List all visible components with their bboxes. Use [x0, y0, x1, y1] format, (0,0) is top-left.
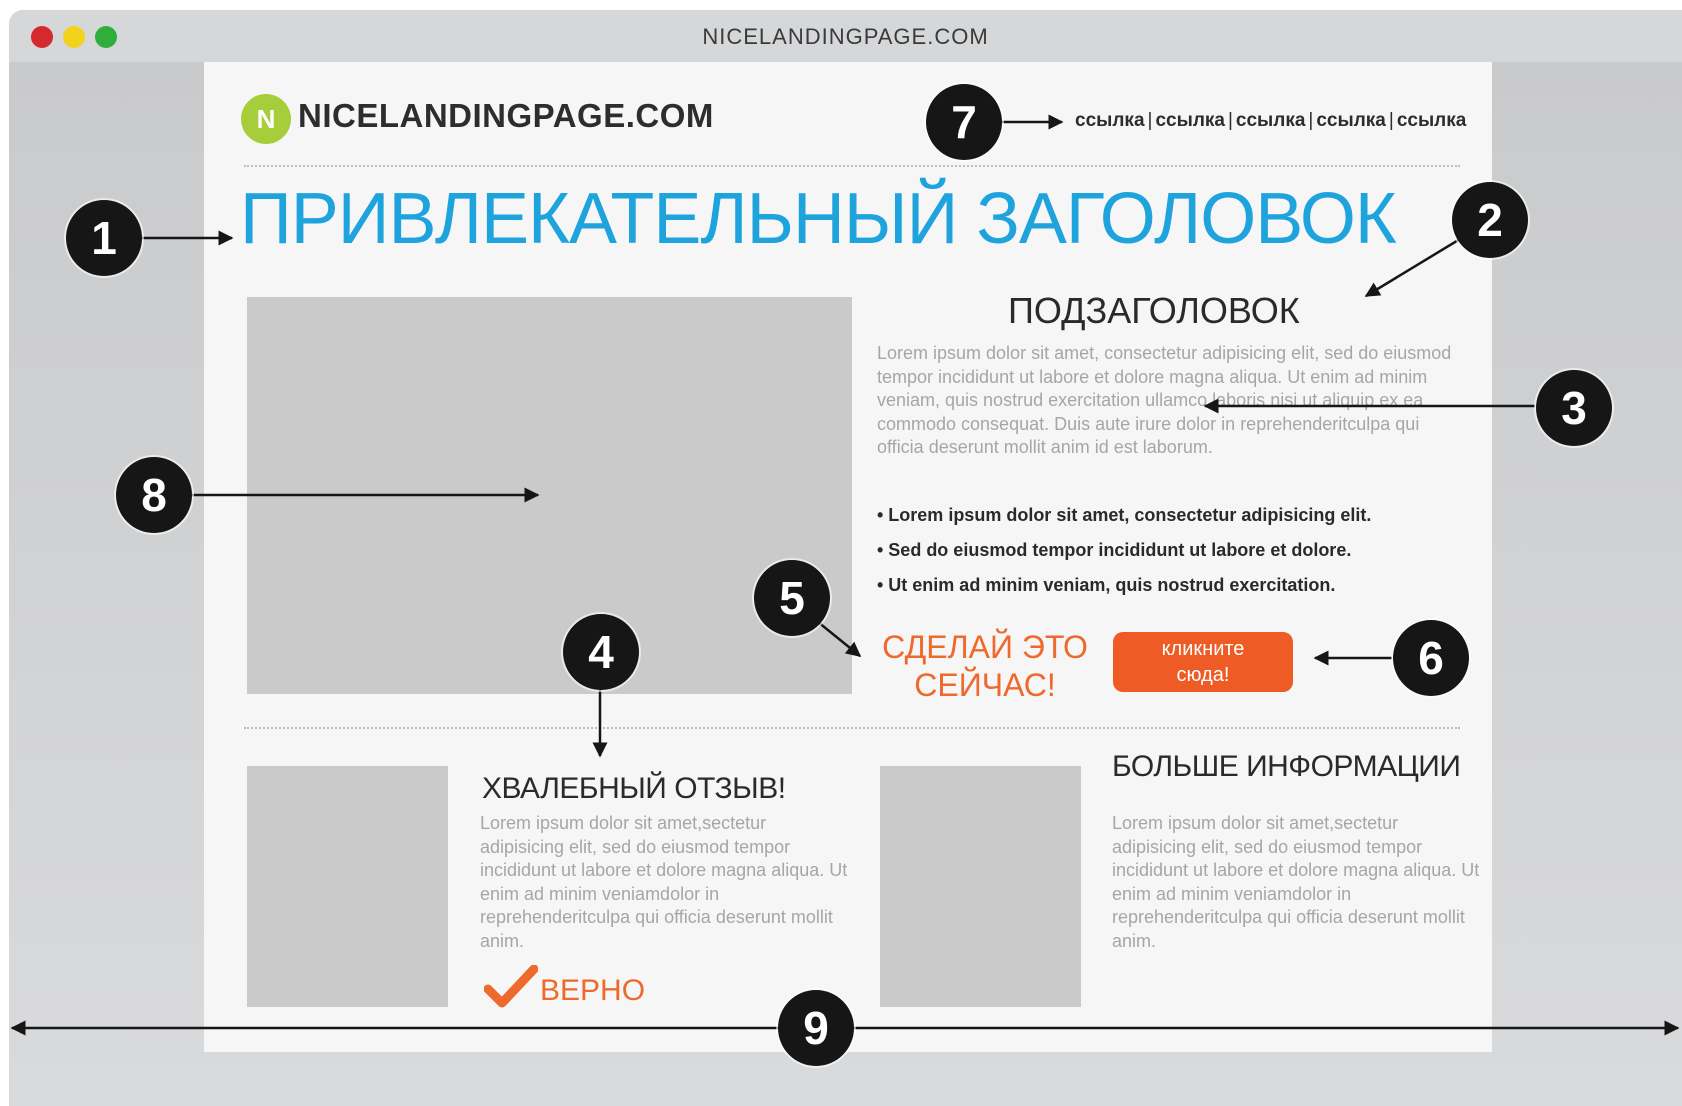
marker-8: 8	[116, 457, 192, 533]
marker-5: 5	[754, 560, 830, 636]
benefit-item: • Sed do eiusmod tempor incididunt ut la…	[877, 540, 1352, 560]
marker-2: 2	[1452, 182, 1528, 258]
nav-separator: |	[1388, 110, 1394, 131]
testimonial-verdict: ВЕРНО	[540, 974, 646, 1007]
hero-image-placeholder	[247, 297, 852, 694]
title-bar: NICELANDINGPAGE.COM	[9, 10, 1682, 62]
nav-separator: |	[1308, 110, 1314, 131]
window-title: NICELANDINGPAGE.COM	[702, 24, 989, 49]
nav-link-3[interactable]: ссылка	[1236, 110, 1306, 131]
nav-link-2[interactable]: ссылка	[1155, 110, 1225, 131]
hero-body-text: Lorem ipsum dolor sit amet, consectetur …	[877, 343, 1452, 457]
call-to-action-text: СДЕЛАЙ ЭТО СЕЙЧАС!	[870, 628, 1100, 704]
marker-1: 1	[66, 200, 142, 276]
marker-6: 6	[1393, 620, 1469, 696]
marker-3: 3	[1536, 370, 1612, 446]
section-divider	[244, 727, 1460, 729]
benefit-item: • Ut enim ad minim veniam, quis nostrud …	[877, 575, 1336, 595]
subheadline: ПОДЗАГОЛОВОК	[1008, 290, 1300, 331]
nav-link-1[interactable]: ссылка	[1075, 110, 1145, 131]
marker-4: 4	[563, 614, 639, 690]
benefit-item: • Lorem ipsum dolor sit amet, consectetu…	[877, 505, 1372, 525]
logo-icon[interactable]: N	[241, 94, 291, 144]
testimonial-text: Lorem ipsum dolor sit amet,sectetur adip…	[480, 813, 848, 951]
nav-separator: |	[1147, 110, 1153, 131]
testimonial-title: ХВАЛЕБНЫЙ ОТЗЫВ!	[482, 772, 786, 805]
testimonial-image-placeholder	[247, 766, 448, 1007]
nav-separator: |	[1227, 110, 1233, 131]
header-divider	[244, 165, 1460, 167]
info-image-placeholder	[880, 766, 1081, 1007]
checkmark-icon	[484, 965, 538, 1008]
nav-links: ссылка | ссылка | ссылка | ссылка | ссылка	[1075, 110, 1466, 132]
marker-9: 9	[778, 990, 854, 1066]
headline: ПРИВЛЕКАТЕЛЬНЫЙ ЗАГОЛОВОК	[240, 179, 1397, 259]
cta-button[interactable]: кликните сюда!	[1113, 632, 1293, 692]
more-info-text: Lorem ipsum dolor sit amet,sectetur adip…	[1112, 813, 1480, 951]
cta-text-line: СДЕЛАЙ ЭТО	[882, 629, 1088, 665]
cta-text-line: СЕЙЧАС!	[914, 667, 1056, 703]
logo-text[interactable]: NICELANDINGPAGE.COM	[298, 97, 714, 135]
nav-link-5[interactable]: ссылка	[1397, 110, 1467, 131]
cta-button-line: кликните	[1161, 638, 1245, 660]
nav-link-4[interactable]: ссылка	[1316, 110, 1386, 131]
cta-button-line: сюда!	[1176, 664, 1230, 686]
benefit-list: • Lorem ipsum dolor sit amet, consectetu…	[877, 505, 1477, 610]
marker-7: 7	[926, 84, 1002, 160]
more-info-title: БОЛЬШЕ ИНФОРМАЦИИ	[1112, 750, 1461, 783]
